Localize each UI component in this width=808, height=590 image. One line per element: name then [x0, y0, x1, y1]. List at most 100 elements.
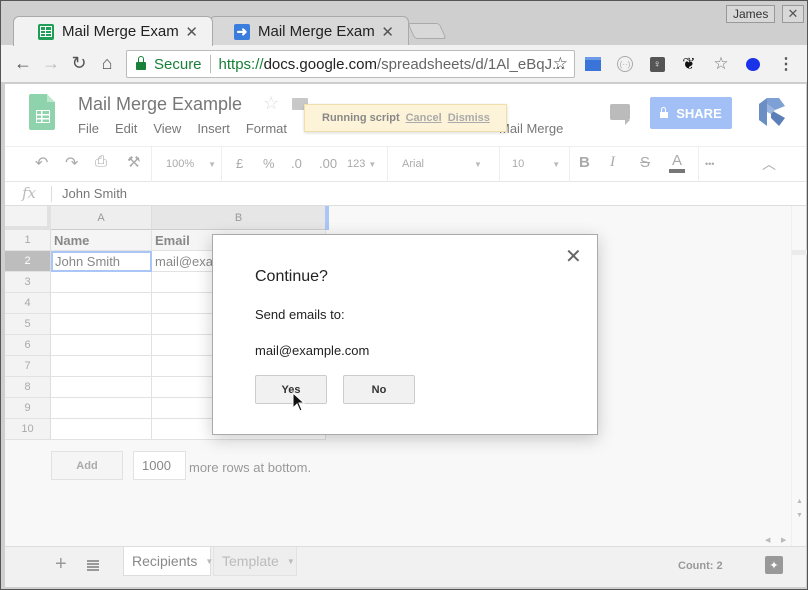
percent-format-button[interactable]: % [263, 156, 275, 171]
close-tab-icon[interactable]: ✕ [381, 23, 394, 41]
close-tab-icon[interactable]: ✕ [185, 23, 198, 41]
menu-insert[interactable]: Insert [197, 121, 230, 136]
scroll-thumb[interactable] [792, 250, 807, 255]
strikethrough-button[interactable]: S [640, 154, 650, 171]
font-select[interactable]: Arial ▼ [402, 158, 482, 170]
menu-edit[interactable]: Edit [115, 121, 137, 136]
grid-cell[interactable]: John Smith [51, 251, 152, 272]
grid-cell[interactable] [51, 419, 152, 440]
column-header-a[interactable]: A [51, 206, 152, 230]
window-close-button[interactable]: ✕ [782, 5, 804, 23]
add-rows-button[interactable]: Add [51, 451, 123, 480]
row-header[interactable]: 2 [5, 251, 51, 272]
vertical-scrollbar[interactable]: ▲ ▼ [791, 206, 807, 546]
fx-icon: fx [22, 184, 37, 202]
grid-cell[interactable] [51, 272, 152, 293]
confirm-dialog: Continue? ✕ Send emails to: mail@example… [212, 234, 598, 435]
url-host: docs.google.com [263, 55, 377, 73]
document-title[interactable]: Mail Merge Example [78, 94, 242, 115]
grid-cell[interactable] [51, 377, 152, 398]
pawprint-icon[interactable]: ❦ [680, 55, 698, 73]
scroll-down-icon[interactable]: ▼ [796, 512, 803, 519]
chevron-down-icon[interactable]: ▼ [287, 557, 295, 566]
paint-format-icon[interactable]: ⚒ [127, 153, 140, 171]
redo-icon[interactable]: ↷ [65, 153, 78, 173]
profile-button[interactable]: James [726, 5, 776, 23]
blue-globe-icon[interactable] [744, 55, 762, 73]
menu-format[interactable]: Format [246, 121, 287, 136]
browser-tab-sheets[interactable]: Mail Merge Example ✕ [13, 16, 213, 46]
print-icon[interactable]: ⎙ [95, 153, 107, 170]
grid-cell[interactable] [51, 356, 152, 377]
new-tab-button[interactable] [407, 23, 447, 39]
row-header[interactable]: 6 [5, 335, 51, 356]
text-color-button[interactable]: A [669, 152, 686, 173]
row-header[interactable]: 7 [5, 356, 51, 377]
sheet-tab-recipients[interactable]: Recipients ▼ [123, 547, 213, 576]
column-header-b[interactable]: B [152, 206, 326, 230]
row-header[interactable]: 9 [5, 398, 51, 419]
explore-icon[interactable]: ✦ [765, 556, 783, 574]
bookmark-star-icon[interactable]: ☆ [553, 54, 568, 74]
menu-mail-merge[interactable]: Mail Merge [499, 121, 563, 136]
collapse-toolbar-icon[interactable]: ︿ [762, 154, 776, 174]
back-icon[interactable]: ← [12, 53, 34, 74]
rows-count-input[interactable]: 1000 [133, 451, 186, 480]
row-header[interactable]: 3 [5, 272, 51, 293]
forward-icon[interactable]: → [40, 53, 62, 74]
row-header[interactable]: 1 [5, 230, 51, 251]
grid-cell[interactable] [51, 398, 152, 419]
undo-icon[interactable]: ↶ [35, 153, 48, 173]
scroll-left-icon[interactable]: ◀ [765, 536, 770, 544]
star-document-icon[interactable]: ☆ [263, 93, 279, 114]
grid-cell[interactable] [51, 293, 152, 314]
row-header[interactable]: 8 [5, 377, 51, 398]
decrease-decimal-button[interactable]: .0 [291, 156, 302, 171]
all-sheets-icon[interactable] [87, 560, 99, 571]
font-size-select[interactable]: 10 ▼ [512, 158, 560, 170]
reload-icon[interactable]: ↻ [68, 53, 90, 74]
address-bar[interactable]: Secure https://docs.google.com/spreadshe… [126, 50, 575, 78]
row-header[interactable]: 5 [5, 314, 51, 335]
star-plus-icon[interactable]: ☆ [712, 54, 730, 73]
sheets-logo-icon[interactable] [29, 94, 55, 130]
no-button[interactable]: No [343, 375, 415, 404]
scroll-right-icon[interactable]: ▶ [781, 536, 786, 544]
menu-view[interactable]: View [153, 121, 181, 136]
column-resize-handle[interactable] [325, 206, 329, 230]
row-header[interactable]: 10 [5, 419, 51, 440]
sheet-tab-template[interactable]: Template ▼ [213, 547, 297, 576]
home-icon[interactable]: ⌂ [96, 53, 118, 74]
zoom-select[interactable]: 100% ▼ [166, 158, 216, 170]
close-icon[interactable]: ✕ [565, 247, 582, 267]
yes-button[interactable]: Yes [255, 375, 327, 404]
bold-button[interactable]: B [579, 154, 590, 171]
menu-file[interactable]: File [78, 121, 99, 136]
comments-icon[interactable] [610, 104, 630, 125]
scroll-up-icon[interactable]: ▲ [796, 498, 803, 505]
browser-tab-script[interactable]: ➜ Mail Merge Example ✕ [209, 16, 409, 46]
formula-input[interactable]: John Smith [62, 186, 127, 201]
select-all-corner[interactable] [5, 206, 51, 230]
cancel-script-link[interactable]: Cancel [406, 112, 442, 124]
code-bracket-icon[interactable]: (··) [616, 55, 634, 73]
italic-button[interactable]: I [610, 154, 615, 171]
dismiss-toast-link[interactable]: Dismiss [448, 112, 490, 124]
lightbulb-icon[interactable]: ♀ [648, 55, 666, 73]
increase-decimal-button[interactable]: .00 [319, 156, 337, 171]
add-sheet-icon[interactable]: + [55, 553, 67, 576]
number-format-select[interactable]: 123 ▼ [347, 158, 376, 170]
grid-cell[interactable] [51, 314, 152, 335]
currency-format-button[interactable]: £ [236, 156, 243, 171]
grid-cell[interactable] [51, 335, 152, 356]
share-button[interactable]: SHARE [650, 97, 732, 129]
selection-count[interactable]: Count: 2 [678, 560, 723, 572]
grid-cell[interactable]: Name [51, 230, 152, 251]
browser-window: Mail Merge Example ✕ ➜ Mail Merge Exampl… [0, 0, 808, 590]
row-header[interactable]: 4 [5, 293, 51, 314]
browser-menu-icon[interactable]: ⋮ [777, 55, 795, 73]
blue-square-icon[interactable] [584, 55, 602, 73]
more-options-button[interactable]: ••• [705, 159, 714, 169]
divider [569, 147, 570, 183]
avatar[interactable] [753, 96, 787, 130]
